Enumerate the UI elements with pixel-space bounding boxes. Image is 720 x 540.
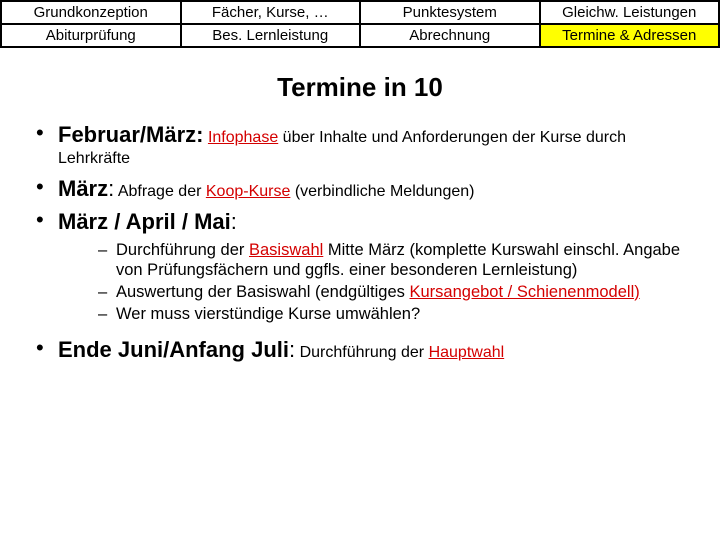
- lead-februar-maerz: Februar/März:: [58, 122, 203, 147]
- lead-ende-juni-anfang-juli: Ende Juni/Anfang Juli:: [58, 337, 295, 362]
- list-item: Ende Juni/Anfang Juli: Durchführung der …: [36, 336, 700, 364]
- sub-list-item: Auswertung der Basiswahl (endgültiges Ku…: [98, 282, 690, 302]
- sub-list-item: Durchführung der Basiswahl Mitte März (k…: [98, 240, 690, 280]
- item-body-text: Abfrage der: [118, 183, 206, 200]
- sub-list-item: Wer muss vierstündige Kurse umwählen?: [98, 304, 690, 324]
- highlight-hauptwahl: Hauptwahl: [429, 344, 505, 361]
- highlight-infophase: Infophase: [208, 129, 278, 146]
- highlight-koop-kurse: Koop-Kurse: [206, 183, 291, 200]
- sub-list: Durchführung der Basiswahl Mitte März (k…: [58, 236, 700, 331]
- lead-maerz-april-mai: März / April / Mai:: [58, 209, 237, 234]
- list-item: März: Abfrage der Koop-Kurse (verbindlic…: [36, 175, 700, 203]
- sub-text: Auswertung der Basiswahl (endgültiges: [116, 283, 410, 301]
- item-body-text: (verbindliche Meldungen): [290, 183, 474, 200]
- item-body-text: Durchführung der: [300, 344, 429, 361]
- tab-abiturpruefung[interactable]: Abiturprüfung: [1, 24, 181, 47]
- tab-gleichw-leistungen[interactable]: Gleichw. Leistungen: [540, 1, 720, 24]
- page-title: Termine in 10: [0, 72, 720, 103]
- tab-abrechnung[interactable]: Abrechnung: [360, 24, 540, 47]
- sub-text: Durchführung der: [116, 241, 249, 259]
- lead-maerz: März:: [58, 176, 114, 201]
- highlight-basiswahl: Basiswahl: [249, 241, 323, 259]
- list-item: Februar/März: Infophase über Inhalte und…: [36, 121, 700, 169]
- tab-termine-adressen[interactable]: Termine & Adressen: [540, 24, 720, 47]
- tab-faecher-kurse[interactable]: Fächer, Kurse, …: [181, 1, 361, 24]
- item-body: Durchführung der Hauptwahl: [300, 344, 505, 361]
- tab-punktesystem[interactable]: Punktesystem: [360, 1, 540, 24]
- tab-bar: Grundkonzeption Fächer, Kurse, … Punktes…: [0, 0, 720, 48]
- item-body: Abfrage der Koop-Kurse (verbindliche Mel…: [118, 183, 475, 200]
- tab-bes-lernleistung[interactable]: Bes. Lernleistung: [181, 24, 361, 47]
- list-item: März / April / Mai: Durchführung der Bas…: [36, 208, 700, 330]
- tab-grundkonzeption[interactable]: Grundkonzeption: [1, 1, 181, 24]
- highlight-kursangebot-schienenmodell: Kursangebot / Schienenmodell): [410, 283, 640, 301]
- bullet-list: Februar/März: Infophase über Inhalte und…: [0, 121, 720, 364]
